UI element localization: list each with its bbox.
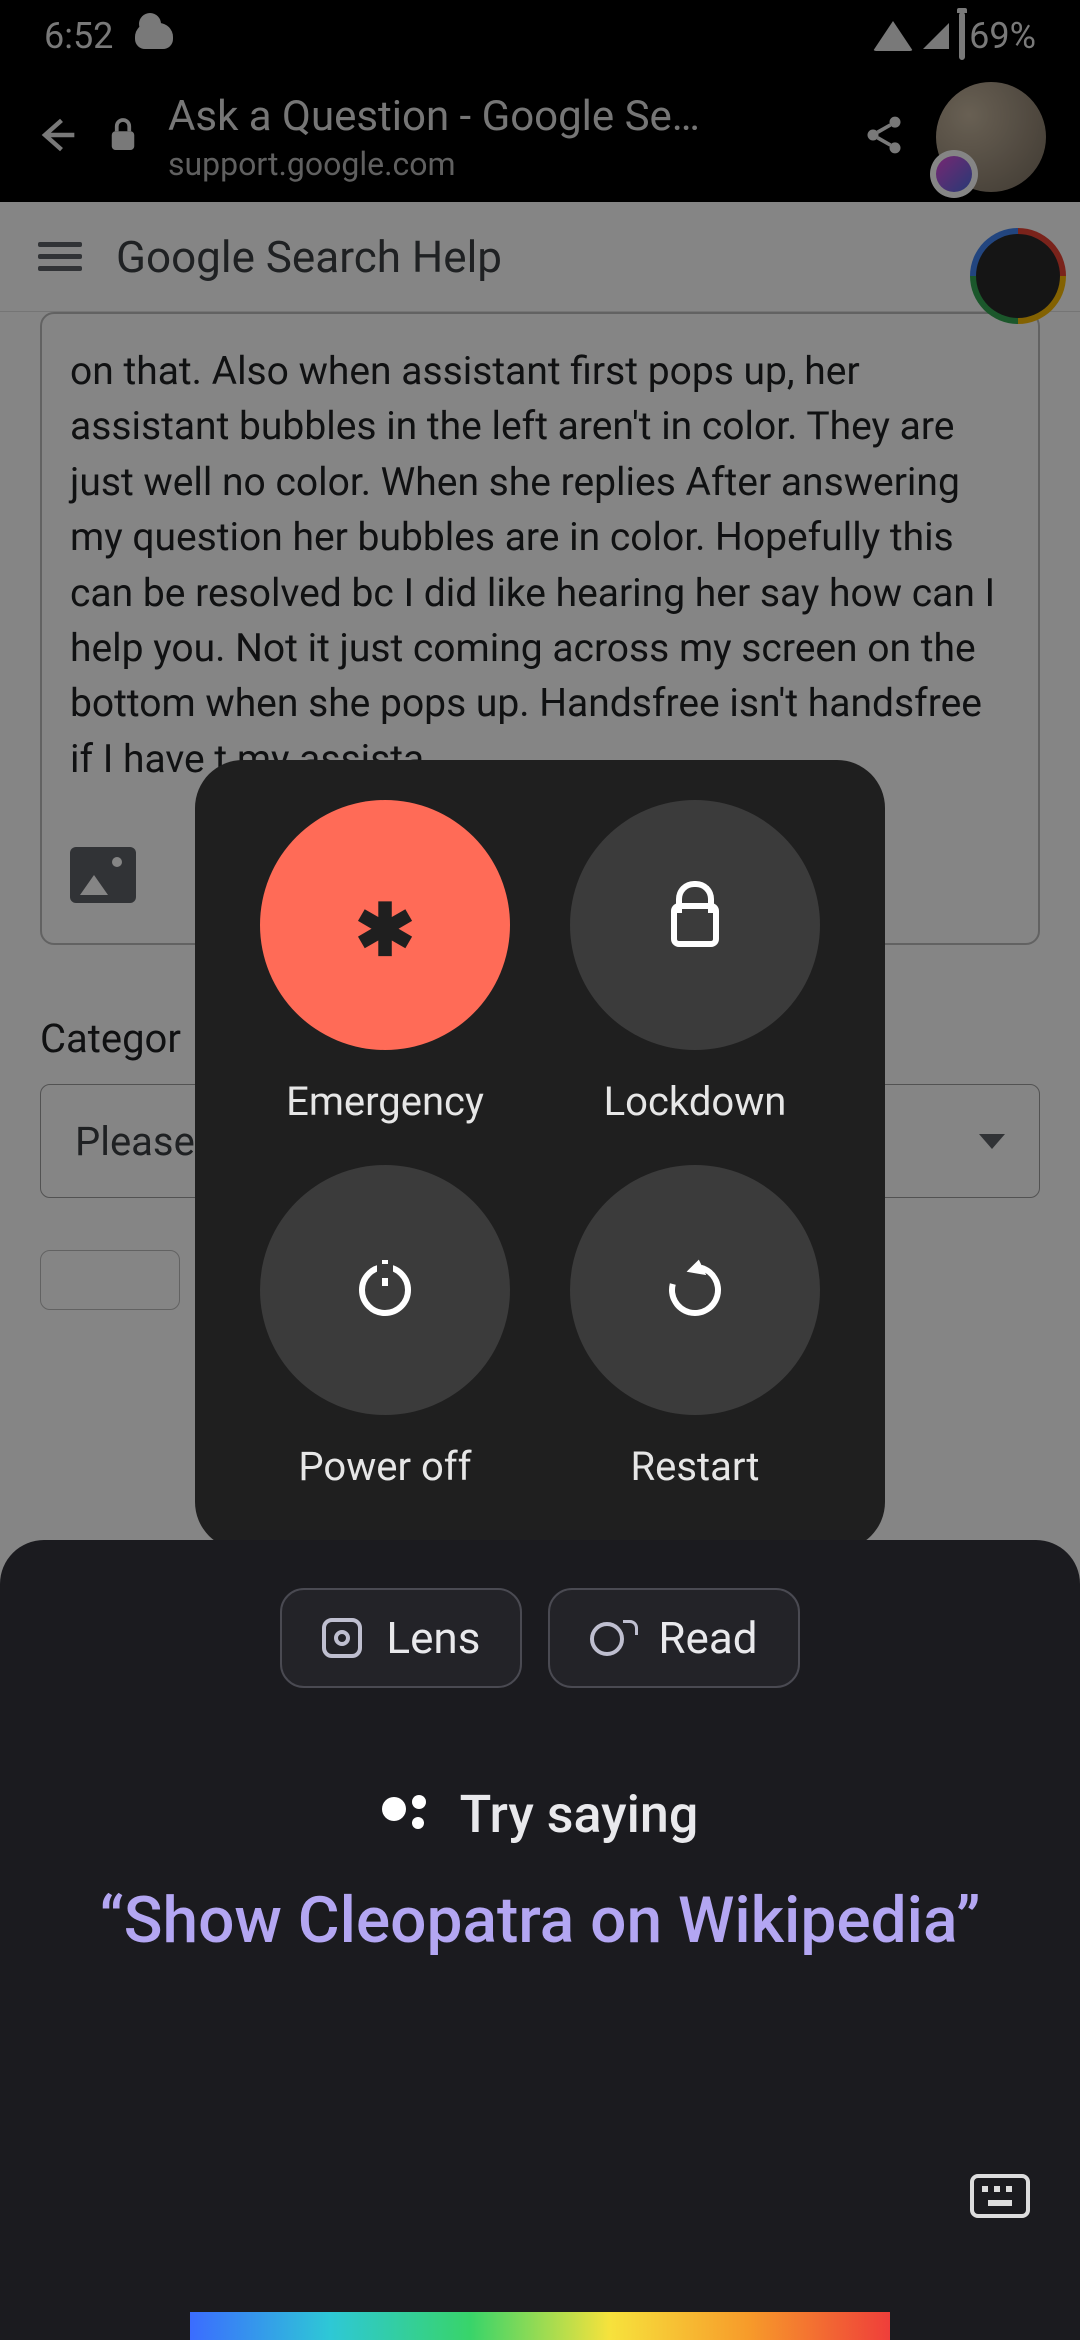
assistant-suggestion[interactable]: “Show Cleopatra on Wikipedia” (59, 1879, 1020, 1962)
restart-icon (659, 1254, 730, 1325)
lens-chip[interactable]: Lens (280, 1588, 522, 1688)
try-saying-label: Try saying (460, 1784, 699, 1845)
assistant-sheet: Lens Read Try saying “Show Cleopatra on … (0, 1540, 1080, 2340)
power-off-label: Power off (298, 1443, 471, 1490)
lens-icon (322, 1618, 362, 1658)
power-menu: ✱ Emergency Lockdown Power off Restart (195, 760, 885, 1550)
power-off-button[interactable]: Power off (235, 1165, 535, 1520)
lockdown-label: Lockdown (604, 1078, 787, 1125)
read-label: Read (658, 1612, 757, 1664)
lock-icon (671, 903, 719, 947)
assistant-listening-bar (190, 2312, 890, 2340)
read-chip[interactable]: Read (548, 1588, 799, 1688)
power-icon (359, 1264, 411, 1316)
assistant-logo-icon (382, 1795, 434, 1835)
restart-button[interactable]: Restart (545, 1165, 845, 1520)
lockdown-button[interactable]: Lockdown (545, 800, 845, 1155)
read-aloud-icon (590, 1616, 634, 1660)
restart-label: Restart (631, 1443, 760, 1490)
emergency-button[interactable]: ✱ Emergency (235, 800, 535, 1155)
emergency-label: Emergency (286, 1078, 484, 1125)
emergency-icon: ✱ (355, 895, 415, 967)
keyboard-button[interactable] (970, 2174, 1030, 2218)
lens-label: Lens (386, 1612, 480, 1664)
